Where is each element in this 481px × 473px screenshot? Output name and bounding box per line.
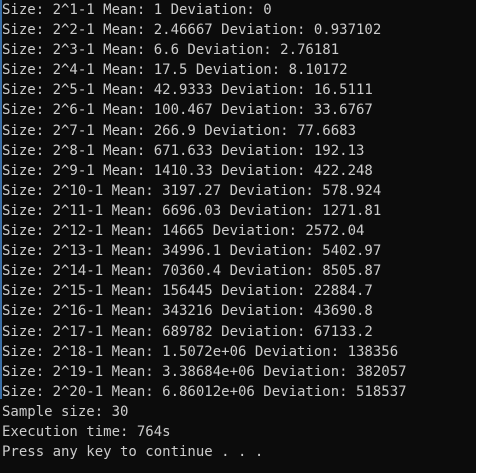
output-line: Size: 2^16-1 Mean: 343216 Deviation: 436…	[2, 303, 373, 320]
output-line: Size: 2^17-1 Mean: 689782 Deviation: 671…	[2, 323, 373, 340]
output-line: Size: 2^19-1 Mean: 3.38684e+06 Deviation…	[2, 363, 407, 380]
output-line: Size: 2^3-1 Mean: 6.6 Deviation: 2.76181	[2, 42, 340, 59]
output-line: Size: 2^7-1 Mean: 266.9 Deviation: 77.66…	[2, 122, 357, 139]
selection-highlight	[0, 0, 2, 399]
output-line: Size: 2^20-1 Mean: 6.86012e+06 Deviation…	[2, 383, 407, 400]
output-line: Size: 2^1-1 Mean: 1 Deviation: 0	[2, 2, 272, 18]
output-line: Size: 2^13-1 Mean: 34996.1 Deviation: 54…	[2, 243, 382, 260]
output-line: Size: 2^11-1 Mean: 6696.03 Deviation: 12…	[2, 202, 382, 219]
output-line: Size: 2^4-1 Mean: 17.5 Deviation: 8.1017…	[2, 62, 348, 79]
console-window[interactable]: Size: 2^1-1 Mean: 1 Deviation: 0 Size: 2…	[0, 0, 476, 473]
summary-execution-time: Execution time: 764s	[2, 423, 171, 440]
output-line: Size: 2^14-1 Mean: 70360.4 Deviation: 85…	[2, 263, 382, 280]
output-line: Size: 2^9-1 Mean: 1410.33 Deviation: 422…	[2, 162, 373, 179]
output-line: Size: 2^6-1 Mean: 100.467 Deviation: 33.…	[2, 102, 373, 119]
output-line: Size: 2^18-1 Mean: 1.5072e+06 Deviation:…	[2, 343, 399, 360]
window-edge	[476, 0, 481, 473]
output-line: Size: 2^10-1 Mean: 3197.27 Deviation: 57…	[2, 182, 382, 199]
continue-prompt[interactable]: Press any key to continue . . .	[2, 442, 476, 462]
output-line: Size: 2^2-1 Mean: 2.46667 Deviation: 0.9…	[2, 22, 382, 39]
output-line: Size: 2^8-1 Mean: 671.633 Deviation: 192…	[2, 142, 365, 159]
output-line: Size: 2^15-1 Mean: 156445 Deviation: 228…	[2, 283, 373, 300]
output-line: Size: 2^5-1 Mean: 42.9333 Deviation: 16.…	[2, 82, 373, 99]
output-line: Size: 2^12-1 Mean: 14665 Deviation: 2572…	[2, 223, 365, 240]
summary-sample-size: Sample size: 30	[2, 403, 129, 420]
